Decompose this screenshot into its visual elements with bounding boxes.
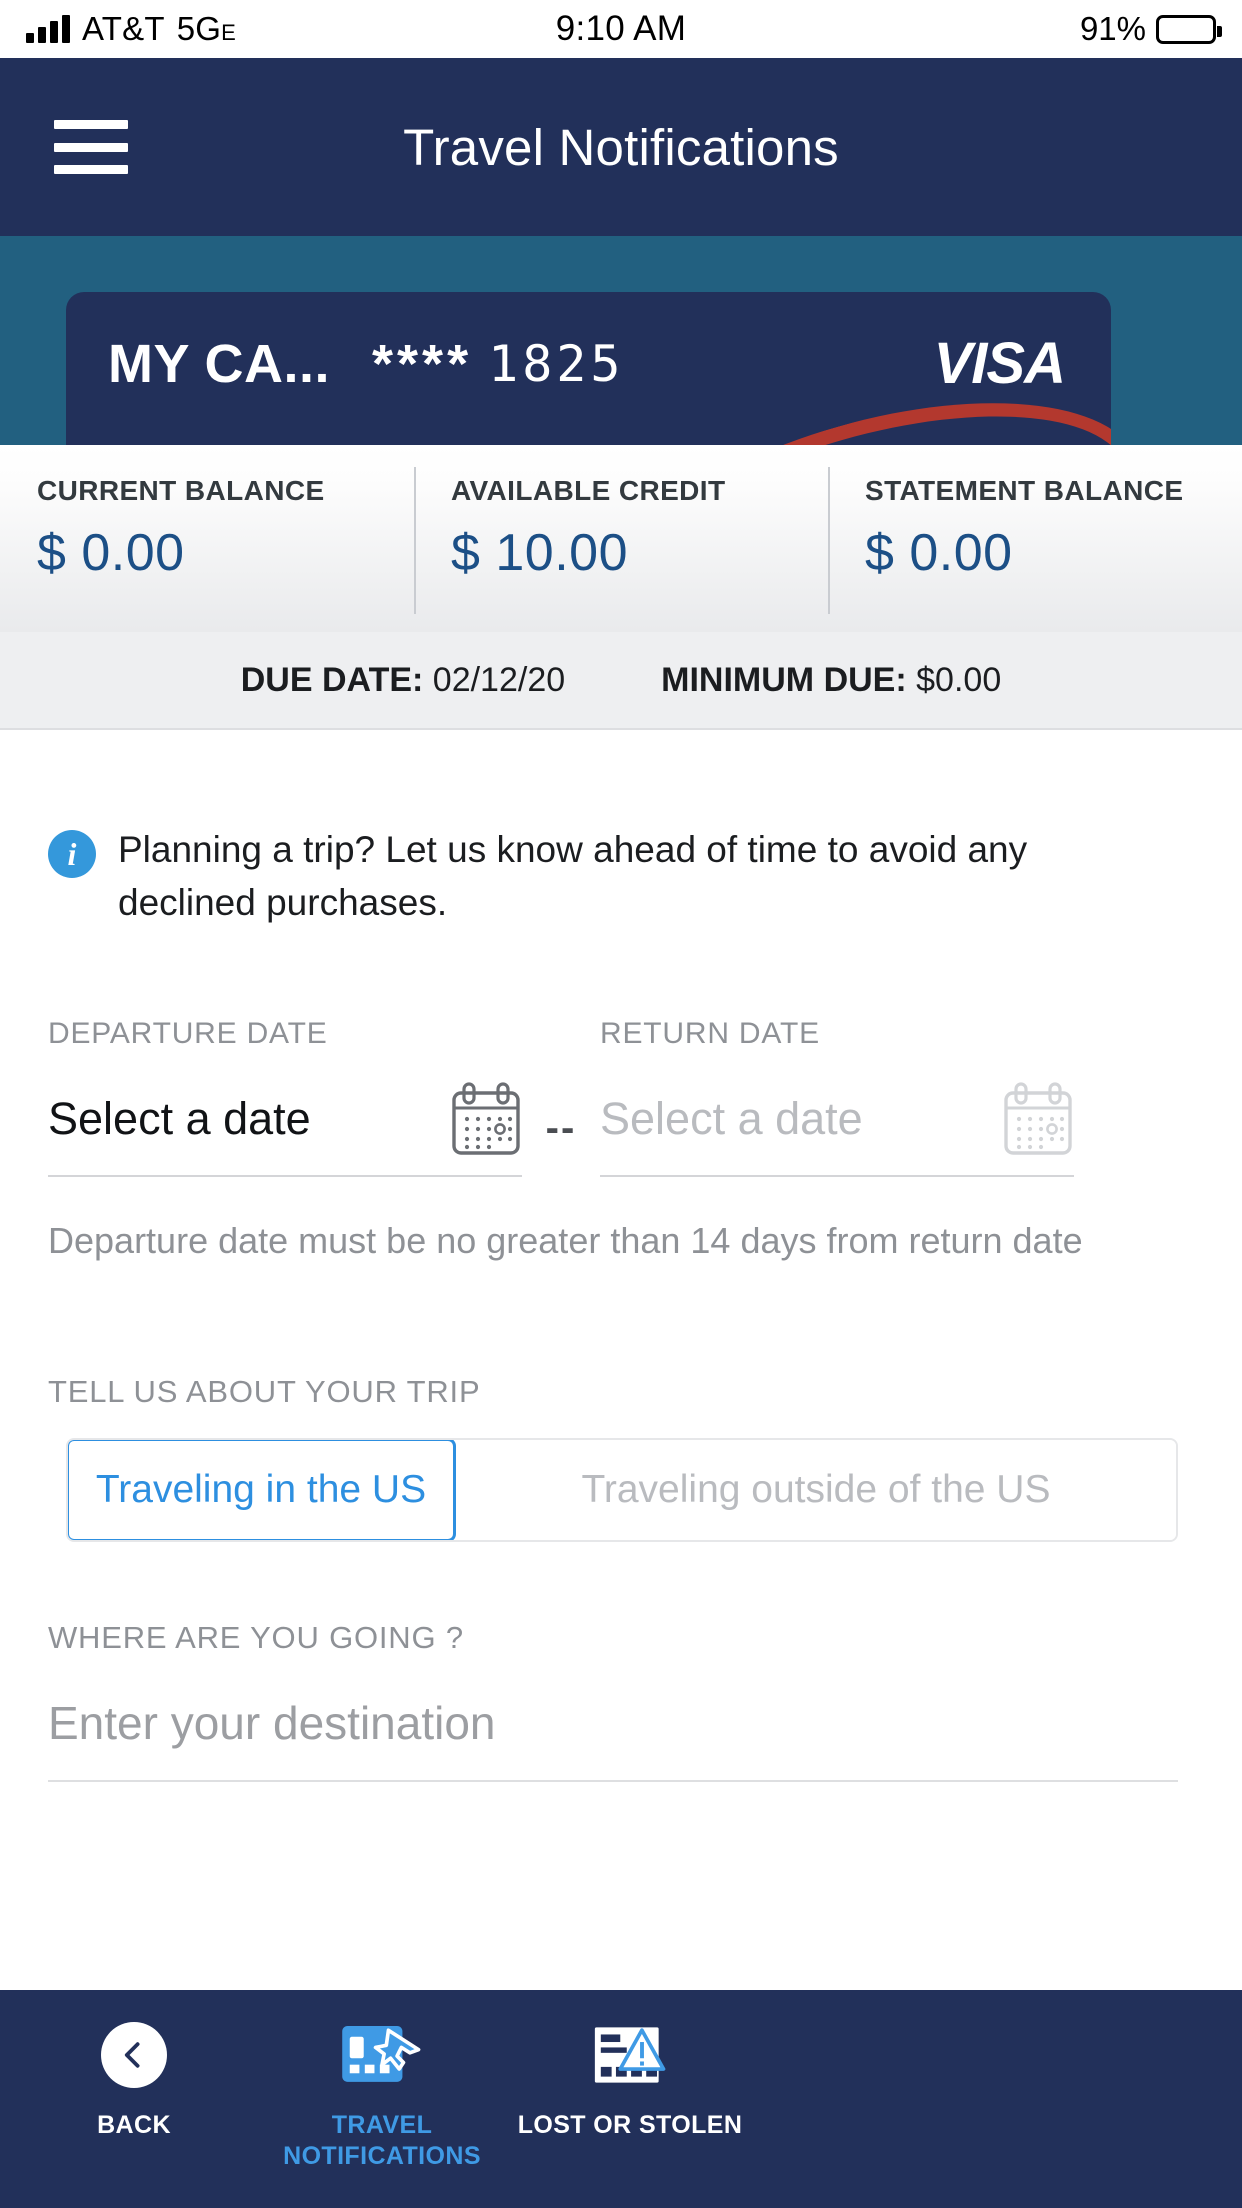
destination-input[interactable]: Enter your destination — [48, 1696, 1178, 1783]
status-bar-right: 91% — [856, 10, 1222, 48]
nav-item-lost-or-stolen[interactable]: LOST OR STOLEN — [506, 2016, 754, 2208]
balance-current: CURRENT BALANCE $ 0.00 — [0, 445, 414, 632]
balance-available-credit: AVAILABLE CREDIT $ 10.00 — [414, 445, 828, 632]
date-range-section: DEPARTURE DATE Select a date -- RETURN D… — [48, 1017, 1194, 1178]
status-bar: AT&T 5GE 9:10 AM 91% — [0, 0, 1242, 58]
balance-summary: CURRENT BALANCE $ 0.00 AVAILABLE CREDIT … — [0, 445, 1242, 632]
card-number-last-four: 1825 — [488, 334, 625, 393]
balance-value: $ 10.00 — [451, 524, 628, 582]
nav-label: LOST OR STOLEN — [517, 2111, 743, 2139]
balance-value: $ 0.00 — [37, 524, 185, 582]
nav-label: TRAVEL NOTIFICATIONS — [283, 2111, 481, 2170]
departure-date-field[interactable]: DEPARTURE DATE Select a date — [48, 1017, 522, 1178]
carrier-label: AT&T — [82, 10, 165, 47]
balance-value: $ 0.00 — [865, 524, 1013, 582]
balance-statement: STATEMENT BALANCE $ 0.00 — [828, 445, 1242, 632]
date-helper-text: Departure date must be no greater than 1… — [48, 1220, 1083, 1262]
departure-date-input[interactable]: Select a date — [48, 1081, 522, 1178]
trip-type-section: TELL US ABOUT YOUR TRIP Traveling in the… — [48, 1374, 1194, 1543]
signal-bars-icon — [26, 15, 70, 43]
battery-percent-label: 91% — [1079, 10, 1146, 47]
departure-date-value: Select a date — [48, 1093, 311, 1145]
minimum-due-value: $0.00 — [916, 660, 1002, 699]
calendar-icon[interactable] — [450, 1081, 522, 1157]
info-notice-text: Planning a trip? Let us know ahead of ti… — [118, 829, 1028, 923]
bottom-navigation: BACK TRAVEL NOTIFICATIONS LOST OR STOLEN — [0, 1990, 1242, 2208]
destination-label: WHERE ARE YOU GOING ? — [48, 1620, 464, 1656]
balance-label: CURRENT BALANCE — [37, 475, 325, 506]
card-banner: MY CA... **** 1825 VISA — [0, 236, 1242, 445]
card-details-row: MY CA... **** 1825 VISA — [66, 330, 1111, 397]
battery-icon — [1156, 14, 1222, 44]
chevron-left-circle-icon — [101, 2016, 167, 2094]
balance-label: STATEMENT BALANCE — [865, 475, 1184, 506]
info-notice: i Planning a trip? Let us know ahead of … — [48, 730, 1194, 929]
status-bar-clock: 9:10 AM — [555, 9, 687, 48]
page-title: Travel Notifications — [403, 118, 839, 176]
trip-option-outside-us[interactable]: Traveling outside of the US — [456, 1440, 1176, 1541]
payment-due-row: DUE DATE: 02/12/20 MINIMUM DUE: $0.00 — [0, 632, 1242, 730]
minimum-due-label: MINIMUM DUE: — [661, 660, 907, 699]
return-date-label: RETURN DATE — [600, 1017, 820, 1051]
app-header: Travel Notifications — [0, 58, 1242, 236]
card-number: **** 1825 — [372, 333, 624, 395]
card-airplane-icon — [339, 2016, 425, 2094]
visa-logo: VISA — [933, 331, 1066, 396]
credit-card[interactable]: MY CA... **** 1825 VISA — [66, 292, 1111, 445]
due-date-value: 02/12/20 — [432, 660, 566, 699]
departure-date-label: DEPARTURE DATE — [48, 1017, 328, 1051]
status-bar-left: AT&T 5GE — [26, 10, 386, 48]
hamburger-menu-icon[interactable] — [54, 120, 128, 174]
trip-type-segmented-control: Traveling in the US Traveling outside of… — [66, 1438, 1178, 1543]
date-range-separator: -- — [545, 1106, 577, 1151]
return-date-input[interactable]: Select a date — [600, 1081, 1074, 1178]
trip-option-in-us[interactable]: Traveling in the US — [68, 1440, 456, 1541]
return-date-value: Select a date — [600, 1093, 863, 1145]
card-nickname: MY CA... — [108, 333, 331, 394]
trip-type-label: TELL US ABOUT YOUR TRIP — [48, 1374, 481, 1410]
nav-item-back[interactable]: BACK — [10, 2016, 258, 2208]
network-label: 5GE — [176, 10, 236, 47]
destination-section: WHERE ARE YOU GOING ? Enter your destina… — [48, 1620, 1194, 1783]
main-content: i Planning a trip? Let us know ahead of … — [0, 730, 1242, 1990]
card-warning-icon — [590, 2016, 670, 2094]
nav-item-travel-notifications[interactable]: TRAVEL NOTIFICATIONS — [258, 2016, 506, 2208]
balance-label: AVAILABLE CREDIT — [451, 475, 726, 506]
nav-label: BACK — [97, 2111, 171, 2139]
due-date-label: DUE DATE: — [240, 660, 424, 699]
info-circle-icon: i — [48, 830, 96, 878]
due-date: DUE DATE: 02/12/20 — [241, 661, 565, 700]
minimum-due: MINIMUM DUE: $0.00 — [661, 661, 1001, 700]
card-number-mask: **** — [372, 333, 473, 394]
app-screen: AT&T 5GE 9:10 AM 91% Travel Notification… — [0, 0, 1242, 2208]
return-date-field[interactable]: RETURN DATE Select a date — [600, 1017, 1074, 1178]
calendar-icon[interactable] — [1002, 1081, 1074, 1157]
